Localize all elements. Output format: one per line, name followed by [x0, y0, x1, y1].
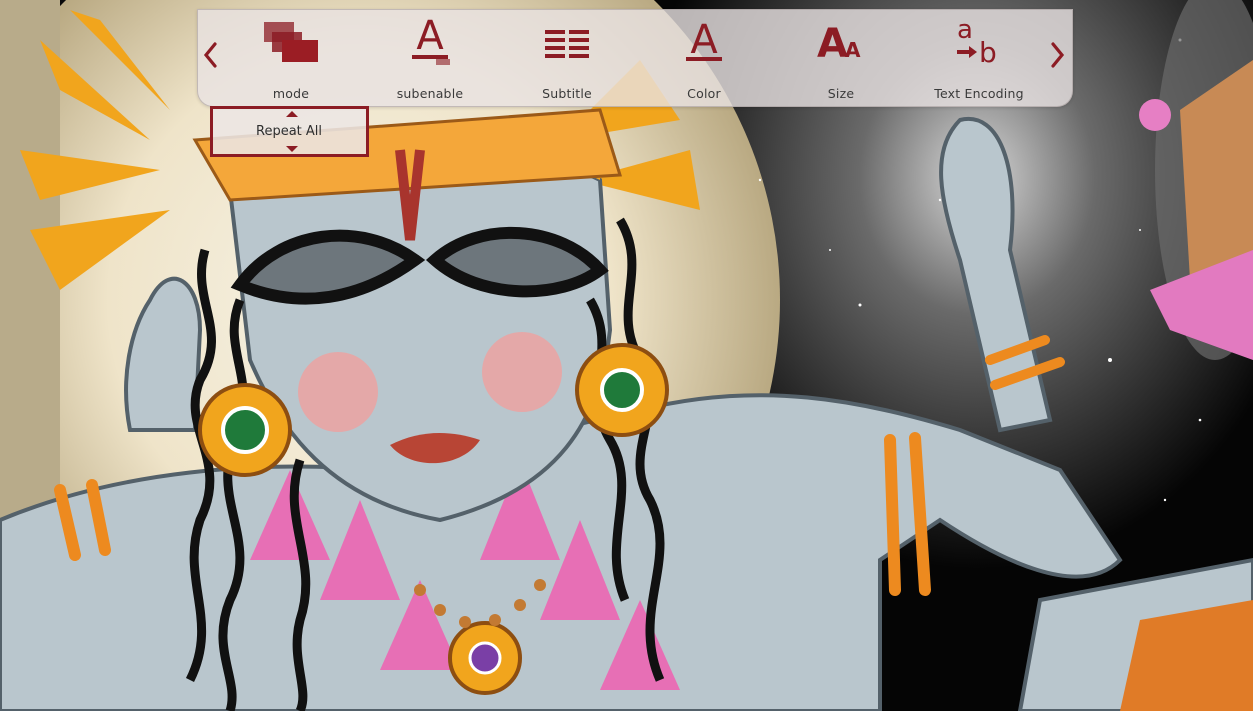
chevron-right-icon[interactable]: [1048, 40, 1068, 70]
tool-mode[interactable]: mode: [226, 10, 356, 106]
stacked-windows-icon: [262, 10, 320, 74]
svg-text:a: a: [957, 16, 973, 45]
subtitle-lines-icon: [543, 10, 591, 74]
tool-subtitle-label: Subtitle: [542, 86, 592, 101]
text-encoding-a-to-b-icon: a b: [953, 10, 1005, 74]
tool-size[interactable]: A A Size: [776, 10, 906, 106]
tool-subenable[interactable]: A subenable: [365, 10, 495, 106]
tool-text-encoding-label: Text Encoding: [934, 86, 1024, 101]
mode-selector-popup[interactable]: Repeat All: [210, 106, 369, 157]
tool-mode-label: mode: [272, 86, 310, 101]
mode-down-arrow-icon[interactable]: [286, 146, 298, 152]
player-toolbar: mode A subenable Subtitle A Color A A Si…: [197, 9, 1073, 107]
tool-size-label: Size: [827, 86, 855, 101]
letter-a-size-icon: A A: [815, 10, 867, 74]
svg-text:b: b: [979, 36, 997, 68]
tool-color[interactable]: A Color: [639, 10, 769, 106]
chevron-left-icon[interactable]: [200, 40, 220, 70]
tool-subenable-label: subenable: [396, 86, 464, 101]
mode-value: Repeat All: [256, 124, 323, 139]
svg-text:A: A: [690, 17, 718, 63]
mode-up-arrow-icon[interactable]: [286, 111, 298, 117]
tool-subtitle[interactable]: Subtitle: [502, 10, 632, 106]
tool-text-encoding[interactable]: a b Text Encoding: [914, 10, 1044, 106]
svg-text:A: A: [845, 38, 861, 62]
letter-a-color-icon: A: [682, 10, 726, 74]
svg-text:A: A: [817, 21, 848, 65]
svg-text:A: A: [416, 17, 444, 59]
letter-a-underline-icon: A: [408, 10, 452, 74]
tool-color-label: Color: [687, 86, 721, 101]
